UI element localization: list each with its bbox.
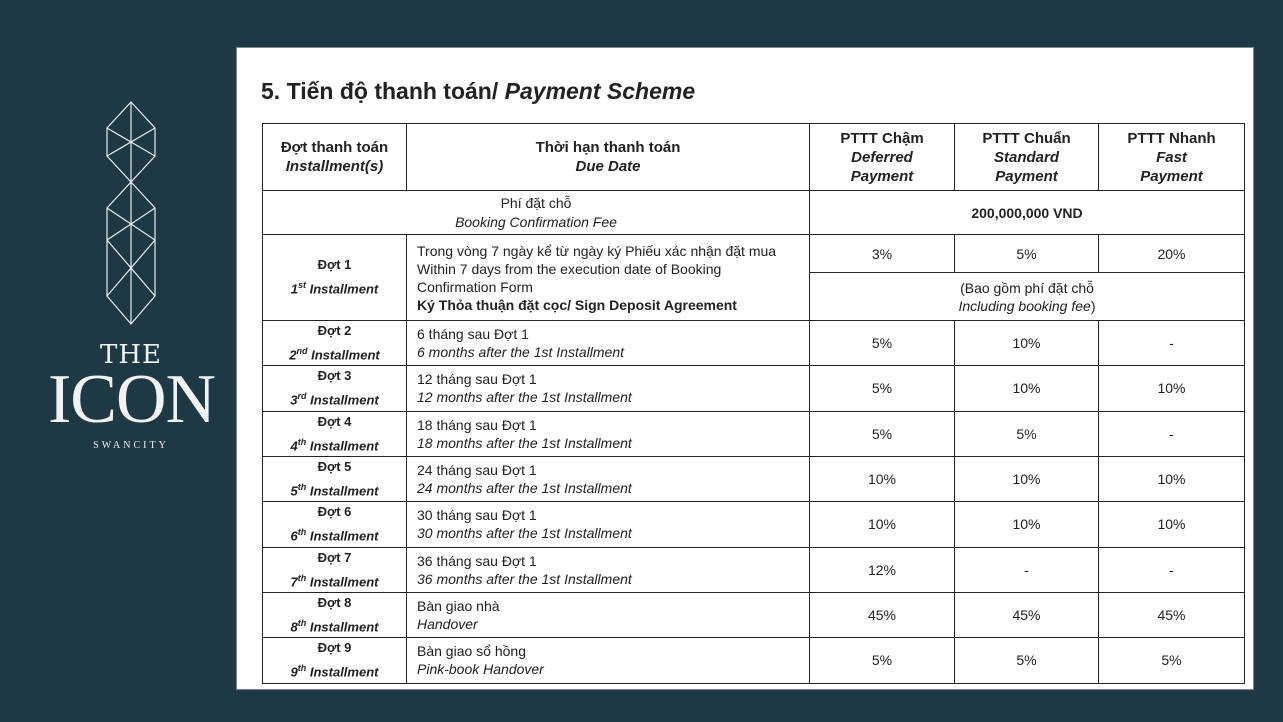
installment-due: 24 tháng sau Đợt 1 24 months after the 1s… bbox=[406, 455, 810, 503]
installment-due: 6 tháng sau Đợt 16 months after the 1st … bbox=[406, 319, 810, 367]
brand-swancity: SWANCITY bbox=[93, 440, 169, 451]
installment-fast: 10% bbox=[1098, 501, 1245, 548]
installment-due: Bàn giao sổ hồng Pink-book Handover bbox=[406, 637, 810, 684]
booking-label: Phí đặt chỗ Booking Confirmation Fee bbox=[262, 190, 810, 235]
installment-label: Đợt 3 3rd Installment bbox=[262, 365, 407, 412]
installment-deferred: 10% bbox=[809, 501, 955, 548]
installment-3-row: Đợt 3 3rd Installment 12 tháng sau Đợt 1 12… bbox=[262, 365, 1245, 412]
installment-label: Đợt 4 4th Installment bbox=[262, 410, 407, 457]
installment-due: 18 tháng sau Đợt 1 18 months after the 1s… bbox=[406, 410, 810, 457]
installment-deferred: 45% bbox=[809, 591, 955, 639]
installment-label: Đợt 5 5th Installment bbox=[262, 455, 407, 503]
installment-standard: 10% bbox=[954, 455, 1099, 503]
installment-fast: 5% bbox=[1098, 637, 1245, 684]
content-panel: 5. Tiến độ thanh toán/ Payment Scheme Đợ… bbox=[236, 47, 1254, 690]
brand-icon-word: ICON bbox=[48, 361, 216, 438]
page-title: 5. Tiến độ thanh toán/ Payment Scheme bbox=[261, 78, 695, 105]
header-row: Đợt thanh toán Installment(s) Thời hạn th… bbox=[262, 123, 1245, 191]
installment-standard: 45% bbox=[954, 591, 1099, 639]
installment-deferred: 5% bbox=[809, 319, 955, 367]
installment-1-note: (Bao gồm phí đặt chỗ Including booking f… bbox=[809, 272, 1245, 321]
installment-8-row: Đợt 8 8th Installment Bàn giao nhà Handover… bbox=[262, 591, 1245, 639]
installment-label: Đợt 8 8th Installment bbox=[262, 591, 407, 639]
header-due-date: Thời hạn thanh toán Due Date bbox=[406, 123, 810, 191]
installment-9-row: Đợt 9 9th Installment Bàn giao sổ hồng Pink… bbox=[262, 637, 1245, 684]
title-italic: Payment Scheme bbox=[504, 78, 696, 104]
installment-due: 12 tháng sau Đợt 1 12 months after the 1s… bbox=[406, 365, 810, 412]
installment-fast: 10% bbox=[1098, 365, 1245, 412]
installment-1-due: Trong vòng 7 ngày kể từ ngày ký Phiếu xá… bbox=[406, 234, 810, 321]
installment-fast: - bbox=[1098, 546, 1245, 593]
installment-6-row: Đợt 6 6th Installment 30 tháng sau Đợt 1 30… bbox=[262, 501, 1245, 548]
header-standard: PTTT Chuẩn Standard Payment bbox=[954, 123, 1099, 191]
installment-label: Đợt 2 2nd Installment bbox=[262, 319, 407, 367]
title-main: 5. Tiến độ thanh toán/ bbox=[261, 78, 505, 104]
installment-fast: - bbox=[1098, 319, 1245, 367]
installment-7-row: Đợt 7 7th Installment 36 tháng sau Đợt 1 36… bbox=[262, 546, 1245, 593]
installment-deferred: 5% bbox=[809, 365, 955, 412]
installment-fast: - bbox=[1098, 410, 1245, 457]
installment-deferred: 10% bbox=[809, 455, 955, 503]
installment-due: 36 tháng sau Đợt 1 36 months after the 1s… bbox=[406, 546, 810, 593]
installment-2-row: Đợt 2 2nd Installment 6 tháng sau Đợt 16 m… bbox=[262, 319, 1245, 367]
installment-1-label: Đợt 1 1st Installment bbox=[262, 234, 407, 321]
installment-5-row: Đợt 5 5th Installment 24 tháng sau Đợt 1 24… bbox=[262, 455, 1245, 503]
brand-logo: THE ICON SWANCITY bbox=[48, 100, 216, 460]
installment-1-standard: 5% bbox=[954, 234, 1099, 273]
installment-1-fast: 20% bbox=[1098, 234, 1245, 273]
installment-fast: 10% bbox=[1098, 455, 1245, 503]
installment-deferred: 12% bbox=[809, 546, 955, 593]
installment-1-deferred: 3% bbox=[809, 234, 955, 273]
installment-standard: - bbox=[954, 546, 1099, 593]
installment-4-row: Đợt 4 4th Installment 18 tháng sau Đợt 1 18… bbox=[262, 410, 1245, 457]
installment-label: Đợt 6 6th Installment bbox=[262, 501, 407, 548]
header-fast: PTTT Nhanh Fast Payment bbox=[1098, 123, 1245, 191]
installment-due: Bàn giao nhà Handover bbox=[406, 591, 810, 639]
booking-row: Phí đặt chỗ Booking Confirmation Fee 200,… bbox=[262, 190, 1245, 235]
installment-fast: 45% bbox=[1098, 591, 1245, 639]
crystal-logo-icon bbox=[106, 101, 156, 325]
installment-1-row: Đợt 1 1st Installment Trong vòng 7 ngày … bbox=[262, 234, 1245, 321]
header-deferred: PTTT Chậm Deferred Payment bbox=[809, 123, 955, 191]
installment-standard: 10% bbox=[954, 365, 1099, 412]
installment-label: Đợt 7 7th Installment bbox=[262, 546, 407, 593]
installment-due: 30 tháng sau Đợt 1 30 months after the 1s… bbox=[406, 501, 810, 548]
installment-deferred: 5% bbox=[809, 410, 955, 457]
header-installment: Đợt thanh toán Installment(s) bbox=[262, 123, 407, 191]
installment-standard: 5% bbox=[954, 410, 1099, 457]
installment-label: Đợt 9 9th Installment bbox=[262, 637, 407, 684]
installment-standard: 5% bbox=[954, 637, 1099, 684]
installment-standard: 10% bbox=[954, 319, 1099, 367]
installment-standard: 10% bbox=[954, 501, 1099, 548]
booking-amount: 200,000,000 VND bbox=[809, 190, 1245, 235]
payment-scheme-table: Đợt thanh toán Installment(s) Thời hạn th… bbox=[262, 123, 1245, 684]
installment-deferred: 5% bbox=[809, 637, 955, 684]
